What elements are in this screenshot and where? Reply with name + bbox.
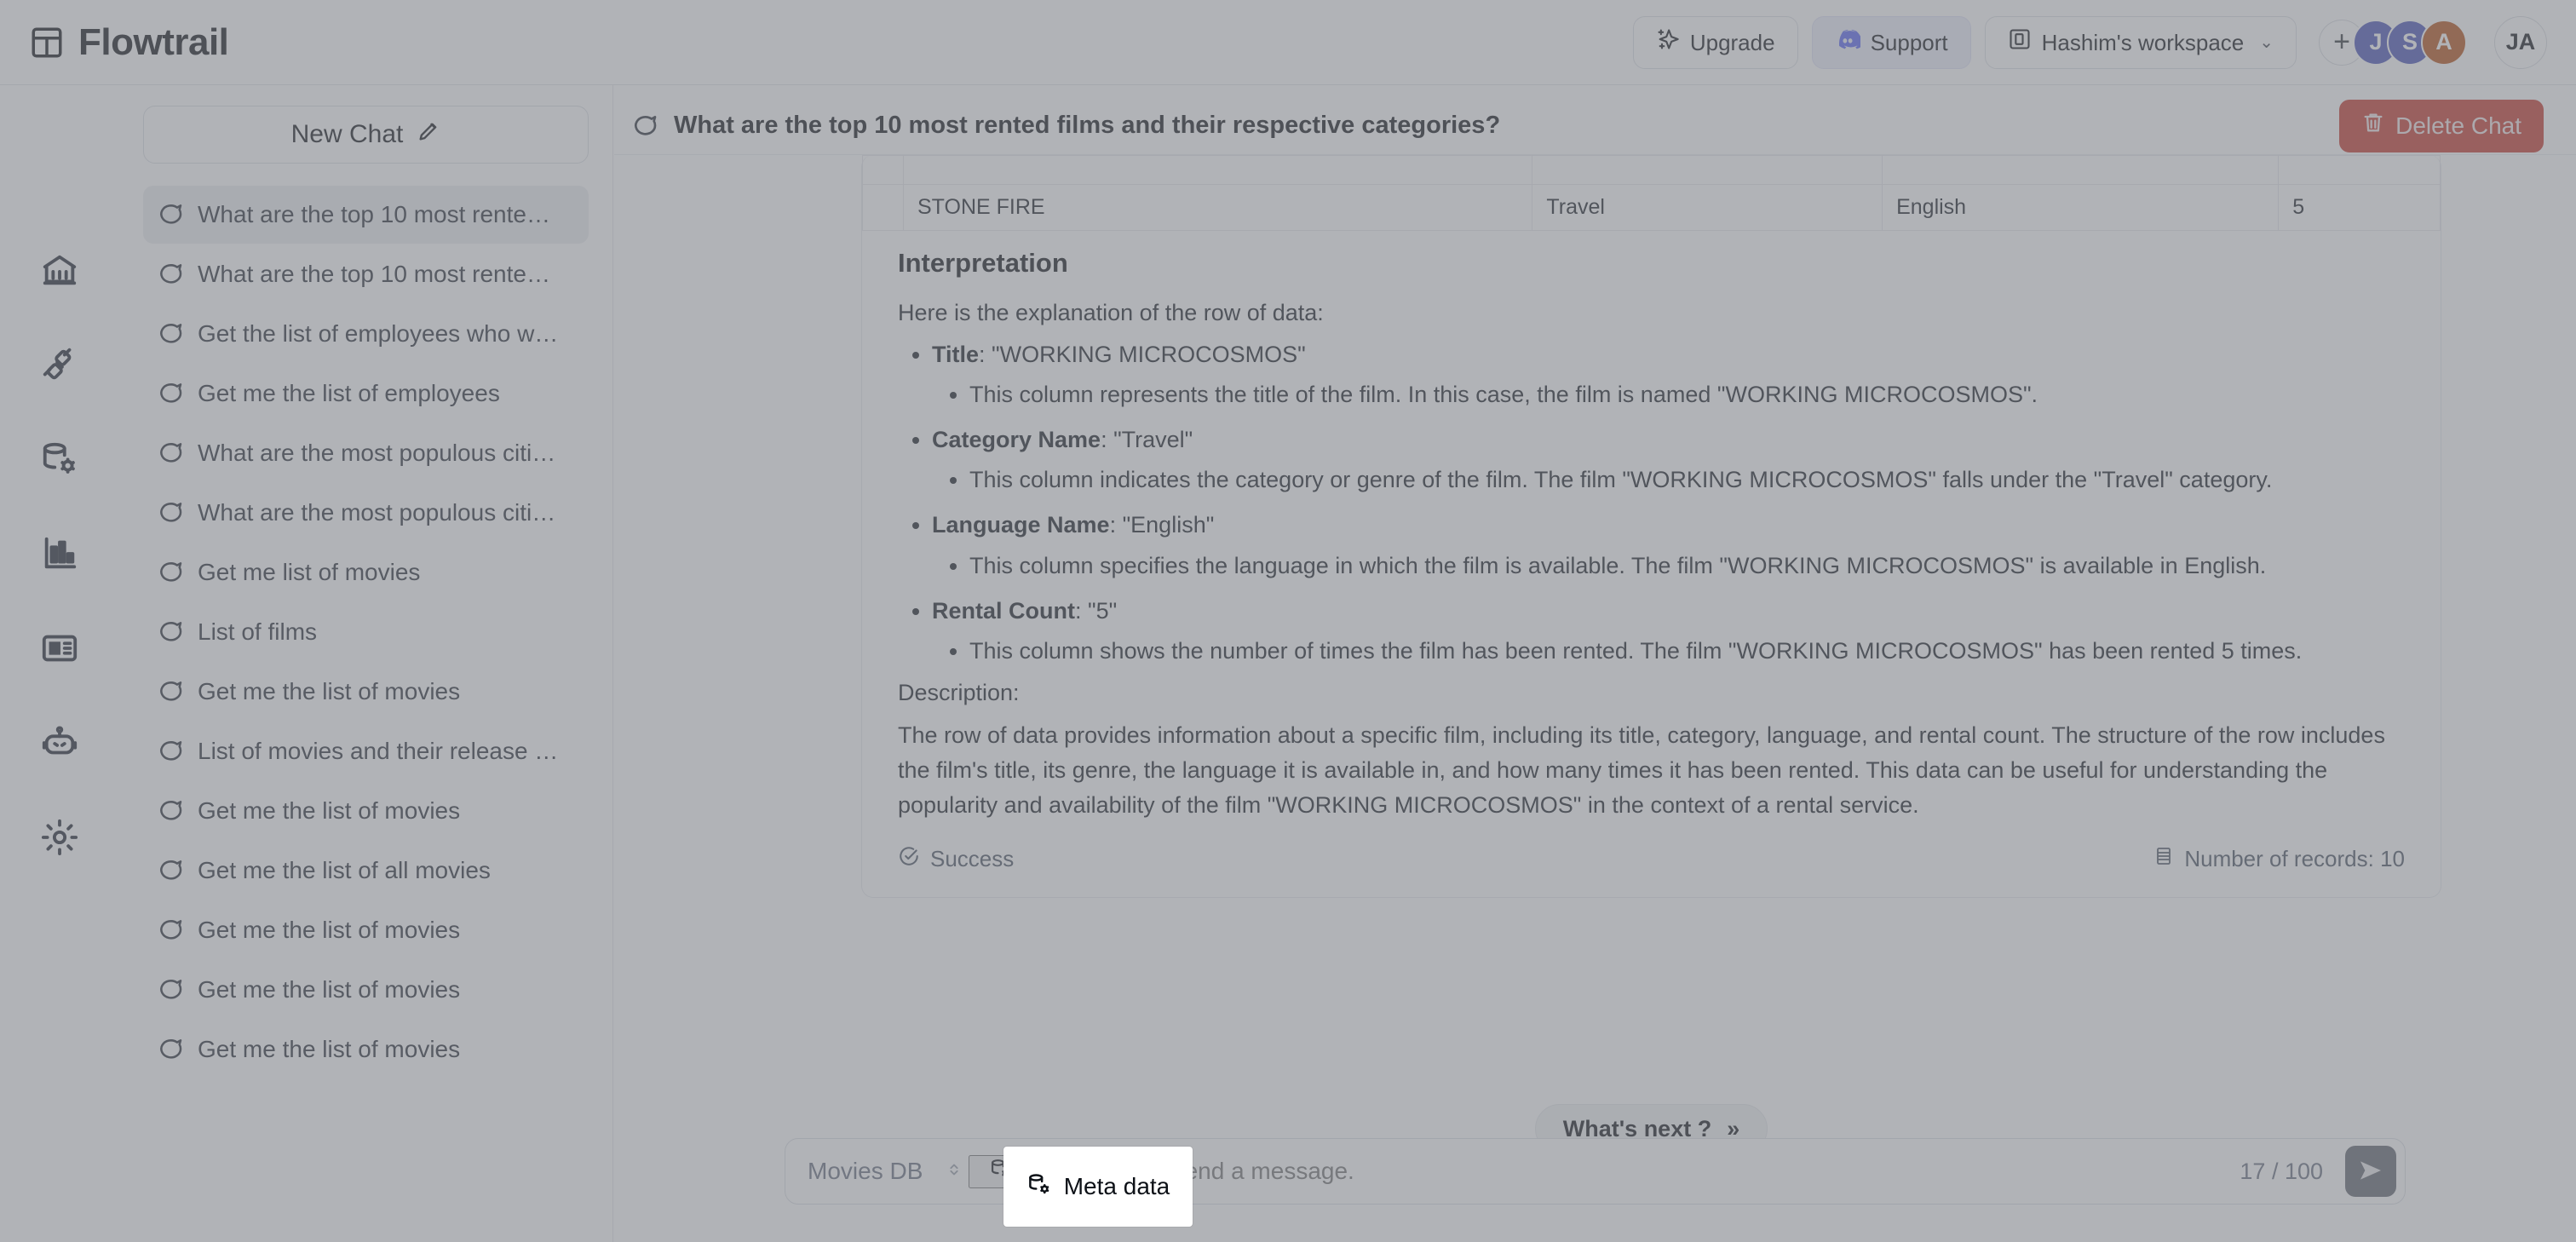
metadata-spotlight[interactable]: Meta data <box>1003 1147 1193 1227</box>
metadata-label: Meta data <box>1063 1173 1170 1199</box>
database-settings-icon <box>1026 1171 1052 1203</box>
tour-dim-overlay[interactable] <box>0 0 2576 1242</box>
app-root: Flowtrail Upgrade Support <box>0 0 2576 1242</box>
metadata-button-highlighted[interactable]: Meta data <box>1008 1171 1189 1203</box>
